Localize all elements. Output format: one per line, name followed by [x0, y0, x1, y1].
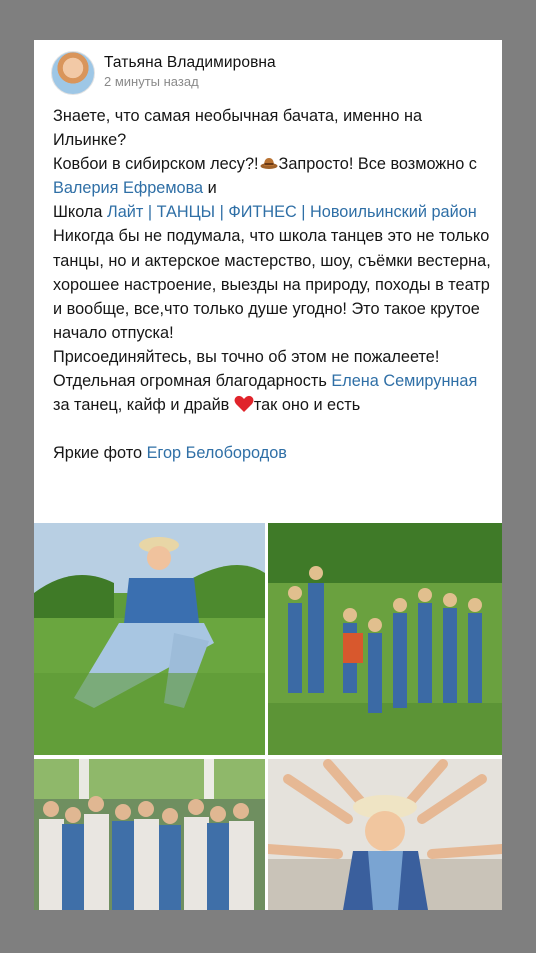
cowboy-emoji-icon: [260, 158, 278, 170]
photo-credit: Яркие фото Егор Белобородов: [53, 441, 493, 465]
red-heart-emoji-icon: [234, 396, 254, 413]
photo-woman-sitting-in-grass[interactable]: [34, 523, 265, 755]
text-segment: так оно и есть: [253, 396, 361, 415]
link-school[interactable]: Лайт | ТАНЦЫ | ФИТНЕС | Новоильинский ра…: [107, 203, 477, 221]
text-line-4: Никогда бы не подумала, что школа танцев…: [53, 227, 491, 342]
author-name[interactable]: Татьяна Владимировна: [104, 54, 276, 72]
text-segment: Отдельная огромная благодарность: [53, 372, 332, 391]
post-text: Знаете, что самая необычная бачата, имен…: [53, 104, 493, 465]
post-time[interactable]: 2 минуты назад: [104, 74, 199, 89]
text-line-6: Отдельная огромная благодарность Елена С…: [53, 369, 493, 417]
link-egor[interactable]: Егор Белобородов: [147, 444, 287, 462]
text-line-2: Ковбои в сибирском лесу?! Запросто! Все в…: [53, 152, 493, 200]
avatar[interactable]: [51, 51, 95, 95]
text-segment: и: [203, 179, 217, 198]
photo-woman-in-circle-of-hands[interactable]: [268, 759, 502, 910]
photo-group-in-field[interactable]: [268, 523, 502, 755]
text-segment: Яркие фото: [53, 444, 147, 463]
photo-group-in-birch-forest[interactable]: [34, 759, 265, 910]
text-segment: за танец, кайф и драйв: [53, 396, 234, 415]
post-card: Татьяна Владимировна 2 минуты назад Знае…: [34, 40, 502, 910]
link-valeria[interactable]: Валерия Ефремова: [53, 179, 203, 197]
post-header: Татьяна Владимировна 2 минуты назад: [51, 51, 492, 95]
text-segment: Запросто! Все возможно с: [278, 155, 477, 174]
link-elena[interactable]: Елена Семирунная: [331, 372, 477, 390]
text-line-5: Присоединяйтесь, вы точно об этом не пож…: [53, 347, 440, 366]
text-line-1: Знаете, что самая необычная бачата, имен…: [53, 107, 423, 150]
text-segment: Школа: [53, 203, 108, 222]
text-segment: Ковбои в сибирском лесу?!: [53, 155, 259, 174]
text-line-3: Школа Лайт | ТАНЦЫ | ФИТНЕС | Новоильинс…: [53, 200, 493, 224]
